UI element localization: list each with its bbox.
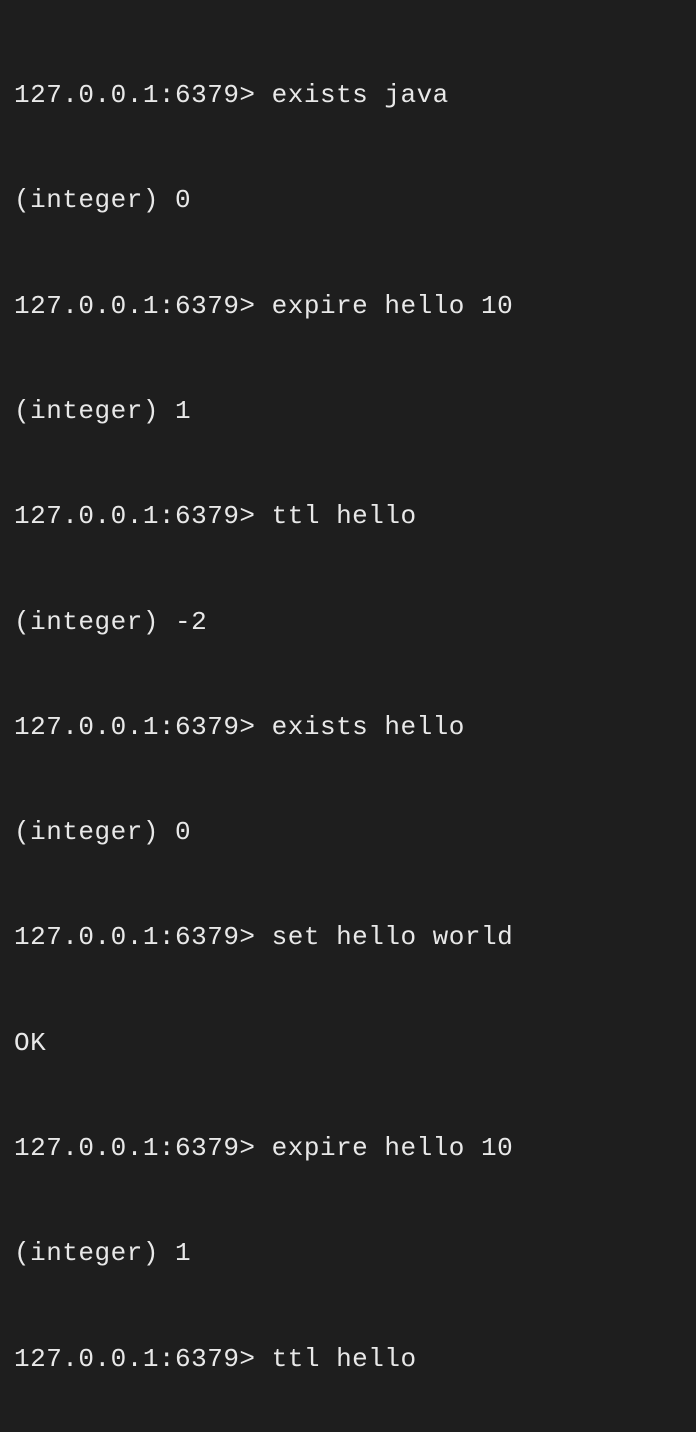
prompt: 127.0.0.1:6379> [14, 80, 256, 110]
prompt: 127.0.0.1:6379> [14, 291, 256, 321]
prompt: 127.0.0.1:6379> [14, 922, 256, 952]
command-line: 127.0.0.1:6379> set hello world [14, 920, 682, 955]
command-text: set hello world [272, 922, 514, 952]
command-text: expire hello 10 [272, 1133, 514, 1163]
command-line: 127.0.0.1:6379> ttl hello [14, 499, 682, 534]
prompt: 127.0.0.1:6379> [14, 501, 256, 531]
output-line: (integer) 0 [14, 815, 682, 850]
output-line: (integer) 1 [14, 394, 682, 429]
command-text: ttl hello [272, 1344, 417, 1374]
command-line: 127.0.0.1:6379> exists java [14, 78, 682, 113]
command-line: 127.0.0.1:6379> ttl hello [14, 1342, 682, 1377]
output-line: OK [14, 1026, 682, 1061]
prompt: 127.0.0.1:6379> [14, 712, 256, 742]
command-text: ttl hello [272, 501, 417, 531]
command-text: exists hello [272, 712, 465, 742]
command-line: 127.0.0.1:6379> expire hello 10 [14, 1131, 682, 1166]
output-line: (integer) -2 [14, 605, 682, 640]
command-line: 127.0.0.1:6379> exists hello [14, 710, 682, 745]
prompt: 127.0.0.1:6379> [14, 1133, 256, 1163]
command-line: 127.0.0.1:6379> expire hello 10 [14, 289, 682, 324]
terminal-window[interactable]: 127.0.0.1:6379> exists java (integer) 0 … [14, 8, 682, 1432]
output-line: (integer) 0 [14, 183, 682, 218]
prompt: 127.0.0.1:6379> [14, 1344, 256, 1374]
command-text: expire hello 10 [272, 291, 514, 321]
command-text: exists java [272, 80, 449, 110]
output-line: (integer) 1 [14, 1236, 682, 1271]
